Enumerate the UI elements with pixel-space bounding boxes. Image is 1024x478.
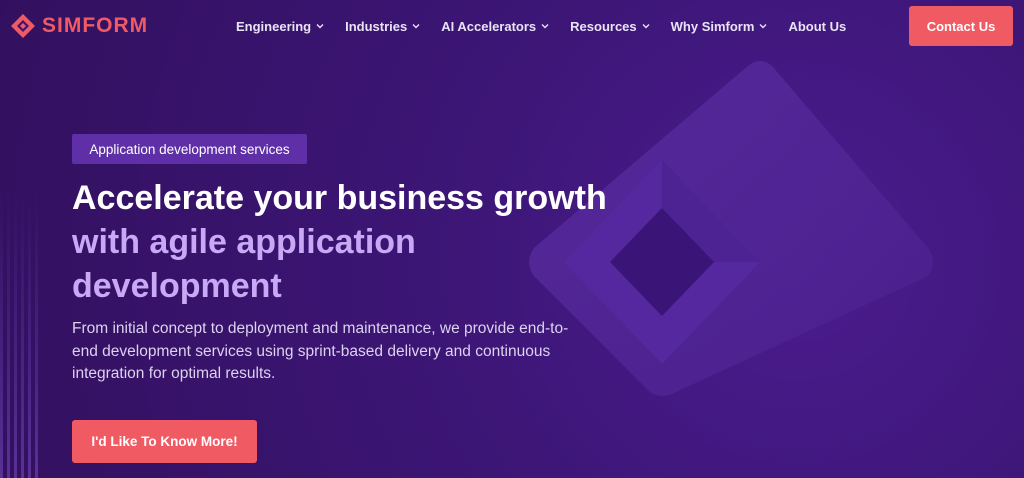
- nav-item-about-us[interactable]: About Us: [788, 19, 846, 34]
- chevron-down-icon: [412, 24, 420, 29]
- nav-item-label: AI Accelerators: [441, 18, 537, 34]
- nav-item-label: About Us: [788, 18, 847, 34]
- nav-item-label: Engineering: [236, 18, 312, 34]
- hero-tag: Application development services: [72, 134, 307, 164]
- chevron-down-icon: [541, 24, 549, 29]
- chevron-down-icon: [759, 24, 767, 29]
- nav-item-resources[interactable]: Resources: [570, 18, 650, 34]
- hero-section: SIMFORM Engineering Industries AI Accele…: [0, 0, 1024, 478]
- nav-item-ai-accelerators[interactable]: AI Accelerators: [441, 19, 549, 34]
- nav-item-industries[interactable]: Industries: [345, 19, 420, 34]
- chevron-down-icon: [642, 24, 650, 29]
- nav-item-engineering[interactable]: Engineering: [236, 19, 324, 34]
- hero-headline: Accelerate your business growth with agi…: [72, 176, 632, 308]
- contact-us-button[interactable]: Contact Us: [909, 6, 1013, 46]
- brand-name: SIMFORM: [42, 14, 149, 37]
- simform-logo[interactable]: SIMFORM: [10, 12, 148, 40]
- left-stripes-decoration: [0, 190, 38, 478]
- headline-accent: with agile application development: [72, 223, 416, 305]
- headline-primary: Accelerate your business growth: [72, 179, 607, 217]
- know-more-button[interactable]: I'd Like To Know More!: [72, 420, 257, 463]
- nav-item-label: Industries: [345, 18, 408, 34]
- nav-item-why-simform[interactable]: Why Simform: [671, 19, 768, 34]
- simform-logo-icon: [11, 14, 35, 38]
- hero-description: From initial concept to deployment and m…: [72, 320, 569, 382]
- main-nav: Engineering Industries AI Accelerators R…: [236, 17, 867, 35]
- nav-item-label: Why Simform: [670, 18, 755, 34]
- chevron-down-icon: [316, 24, 324, 29]
- nav-item-label: Resources: [570, 18, 637, 34]
- site-header: SIMFORM Engineering Industries AI Accele…: [0, 0, 1024, 52]
